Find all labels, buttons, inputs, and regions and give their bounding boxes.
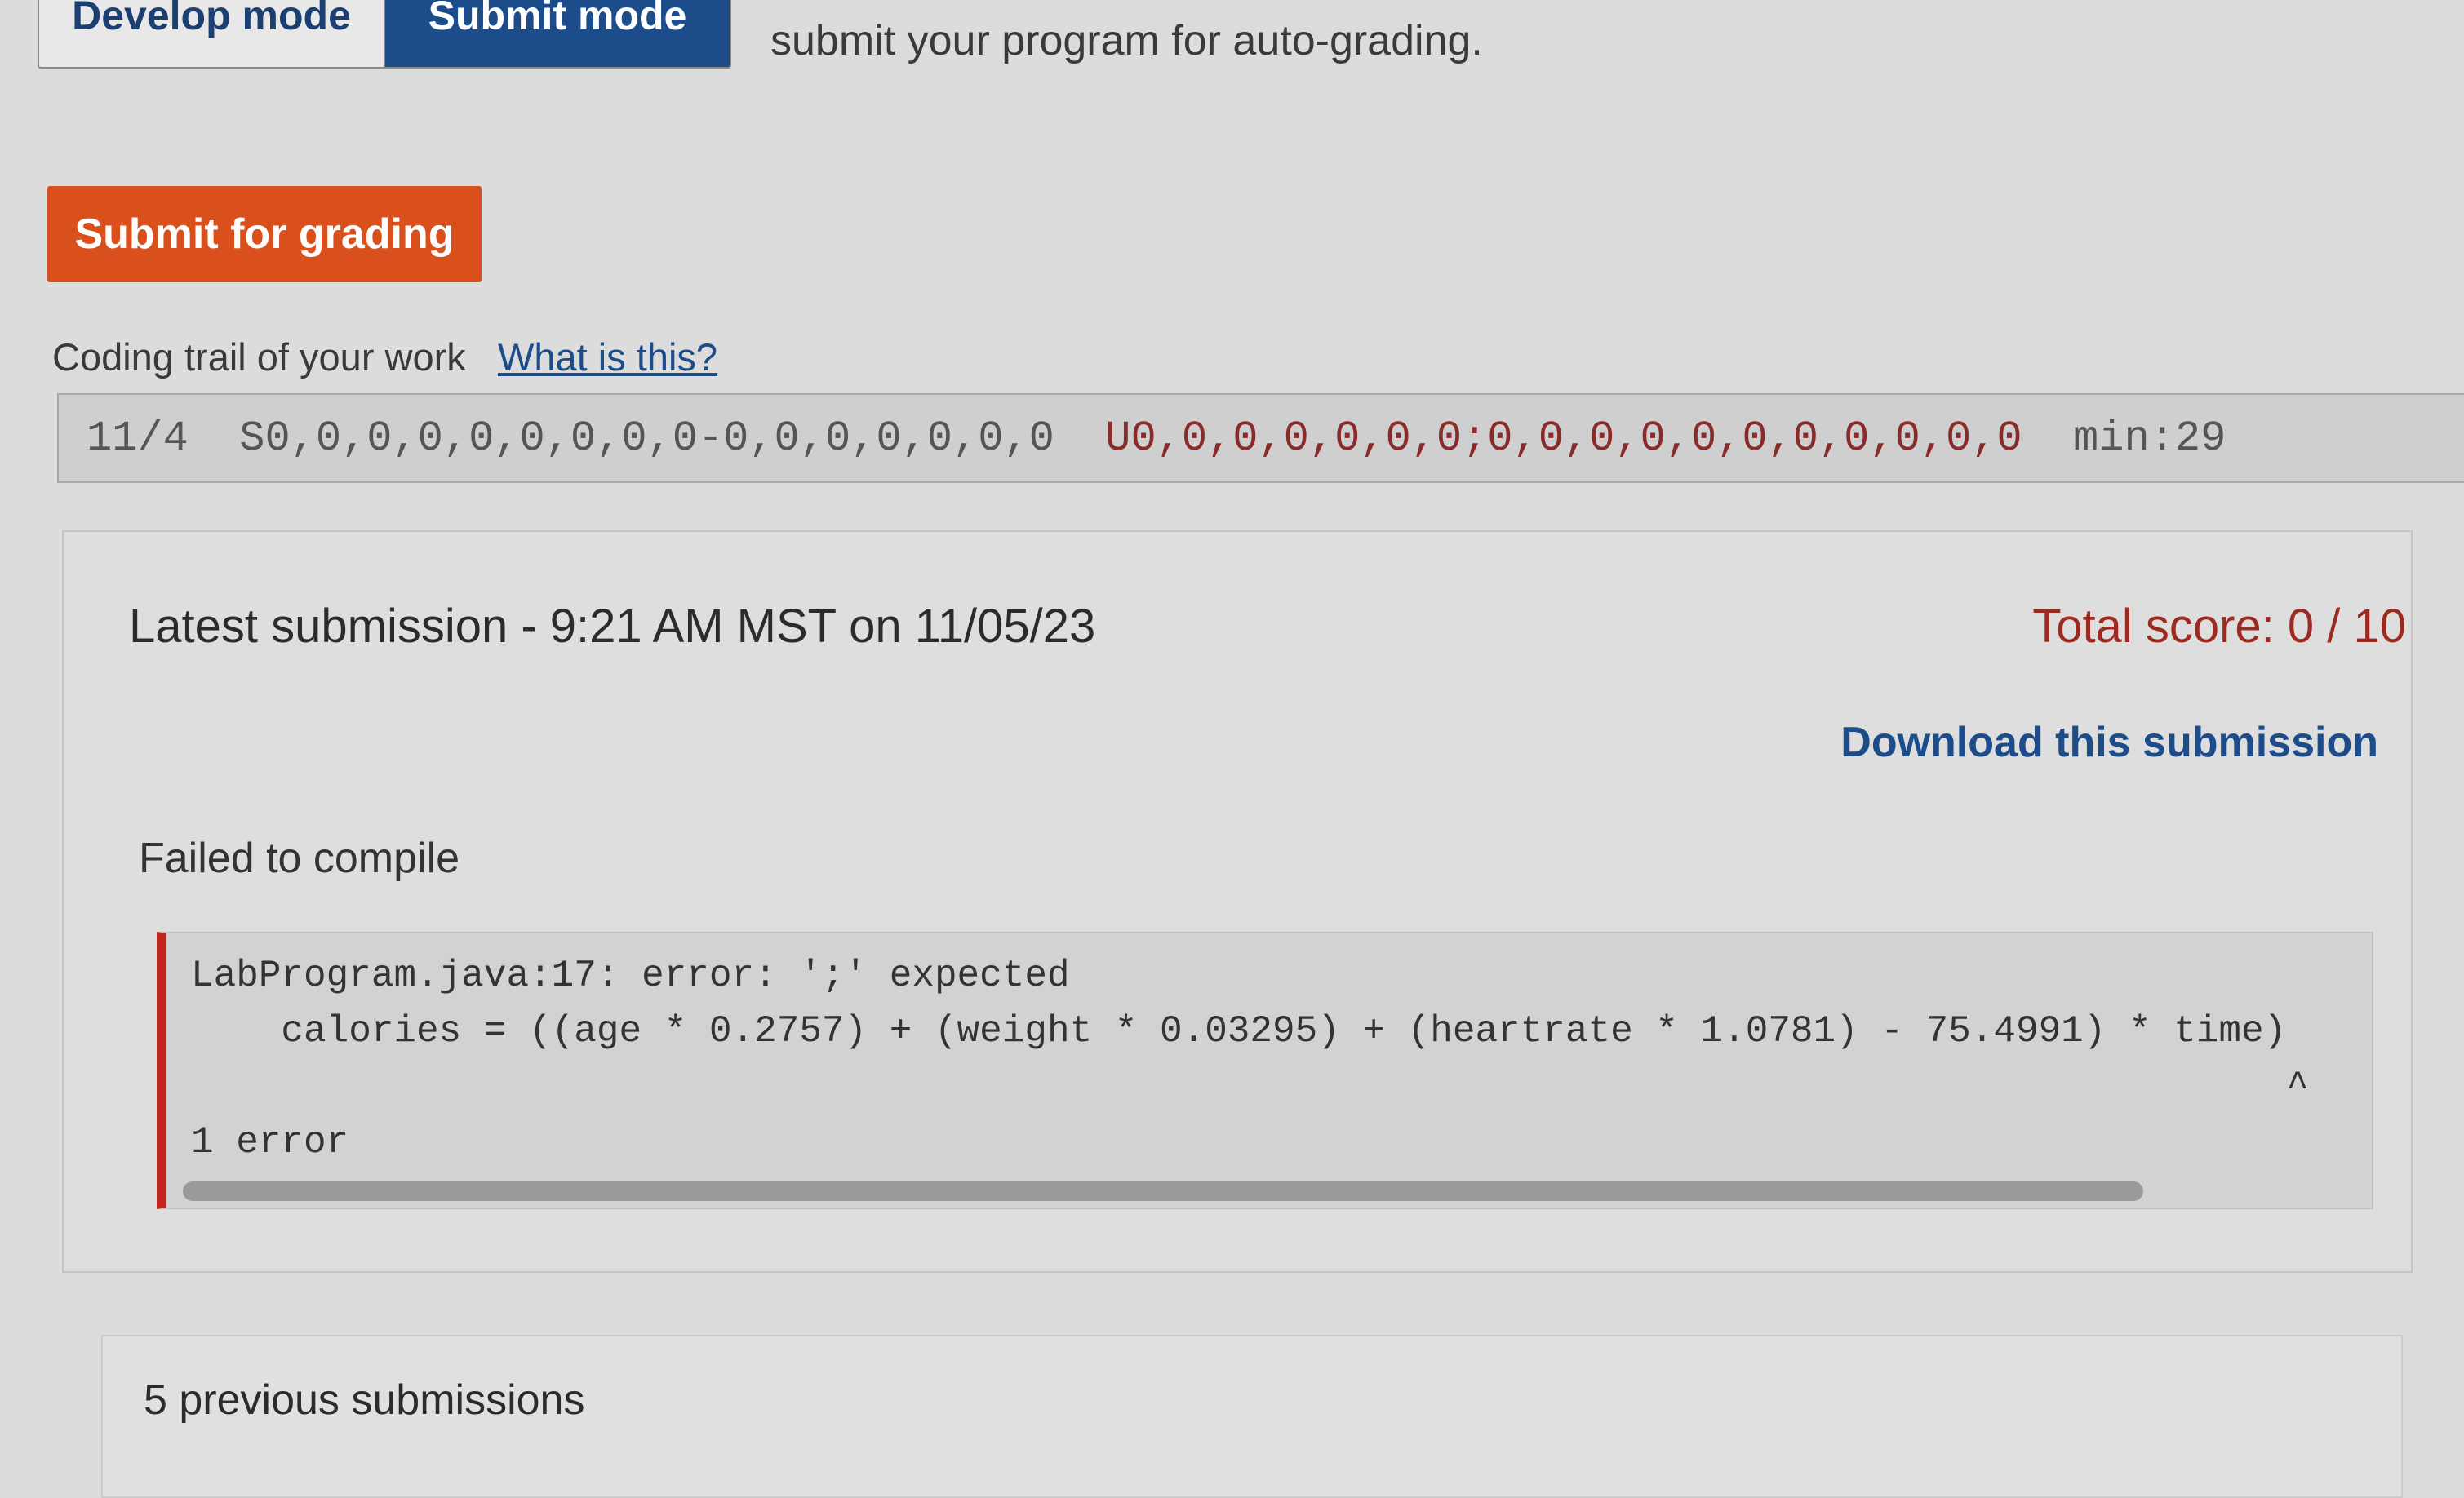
- total-score: Total score: 0 / 10: [2032, 600, 2406, 653]
- what-is-this-link[interactable]: What is this?: [498, 335, 717, 379]
- coding-trail: 11/4 S0,0,0,0,0,0,0,0,0-0,0,0,0,0,0,0 U0…: [57, 393, 2464, 483]
- coding-trail-label: Coding trail of your work: [52, 335, 466, 379]
- mode-tabs: Develop mode Submit mode: [38, 0, 731, 69]
- download-submission-link[interactable]: Download this submission: [1840, 718, 2378, 767]
- trail-u-part: U0,0,0,0,0,0,0;0,0,0,0,0,0,0,0,0,0,0: [1105, 414, 2022, 463]
- previous-submissions-card[interactable]: 5 previous submissions: [101, 1335, 2403, 1498]
- latest-submission-card: Latest submission - 9:21 AM MST on 11/05…: [62, 530, 2413, 1273]
- latest-submission-title: Latest submission - 9:21 AM MST on 11/05…: [129, 600, 1096, 653]
- horizontal-scrollbar[interactable]: [183, 1181, 2143, 1201]
- trail-s-part: S0,0,0,0,0,0,0,0,0-0,0,0,0,0,0,0: [239, 414, 1054, 463]
- submit-for-grading-button[interactable]: Submit for grading: [47, 186, 482, 282]
- error-output: LabProgram.java:17: error: ';' expected …: [191, 955, 2309, 1163]
- develop-mode-tab[interactable]: Develop mode: [39, 0, 385, 67]
- error-output-box: LabProgram.java:17: error: ';' expected …: [157, 932, 2373, 1209]
- trail-date: 11/4: [87, 414, 189, 463]
- previous-submissions-label: 5 previous submissions: [144, 1376, 585, 1424]
- submit-mode-tab[interactable]: Submit mode: [385, 0, 730, 67]
- compile-status: Failed to compile: [139, 835, 460, 882]
- trail-minutes: min:29: [2073, 414, 2226, 463]
- intro-text: submit your program for auto-grading.: [770, 17, 1483, 64]
